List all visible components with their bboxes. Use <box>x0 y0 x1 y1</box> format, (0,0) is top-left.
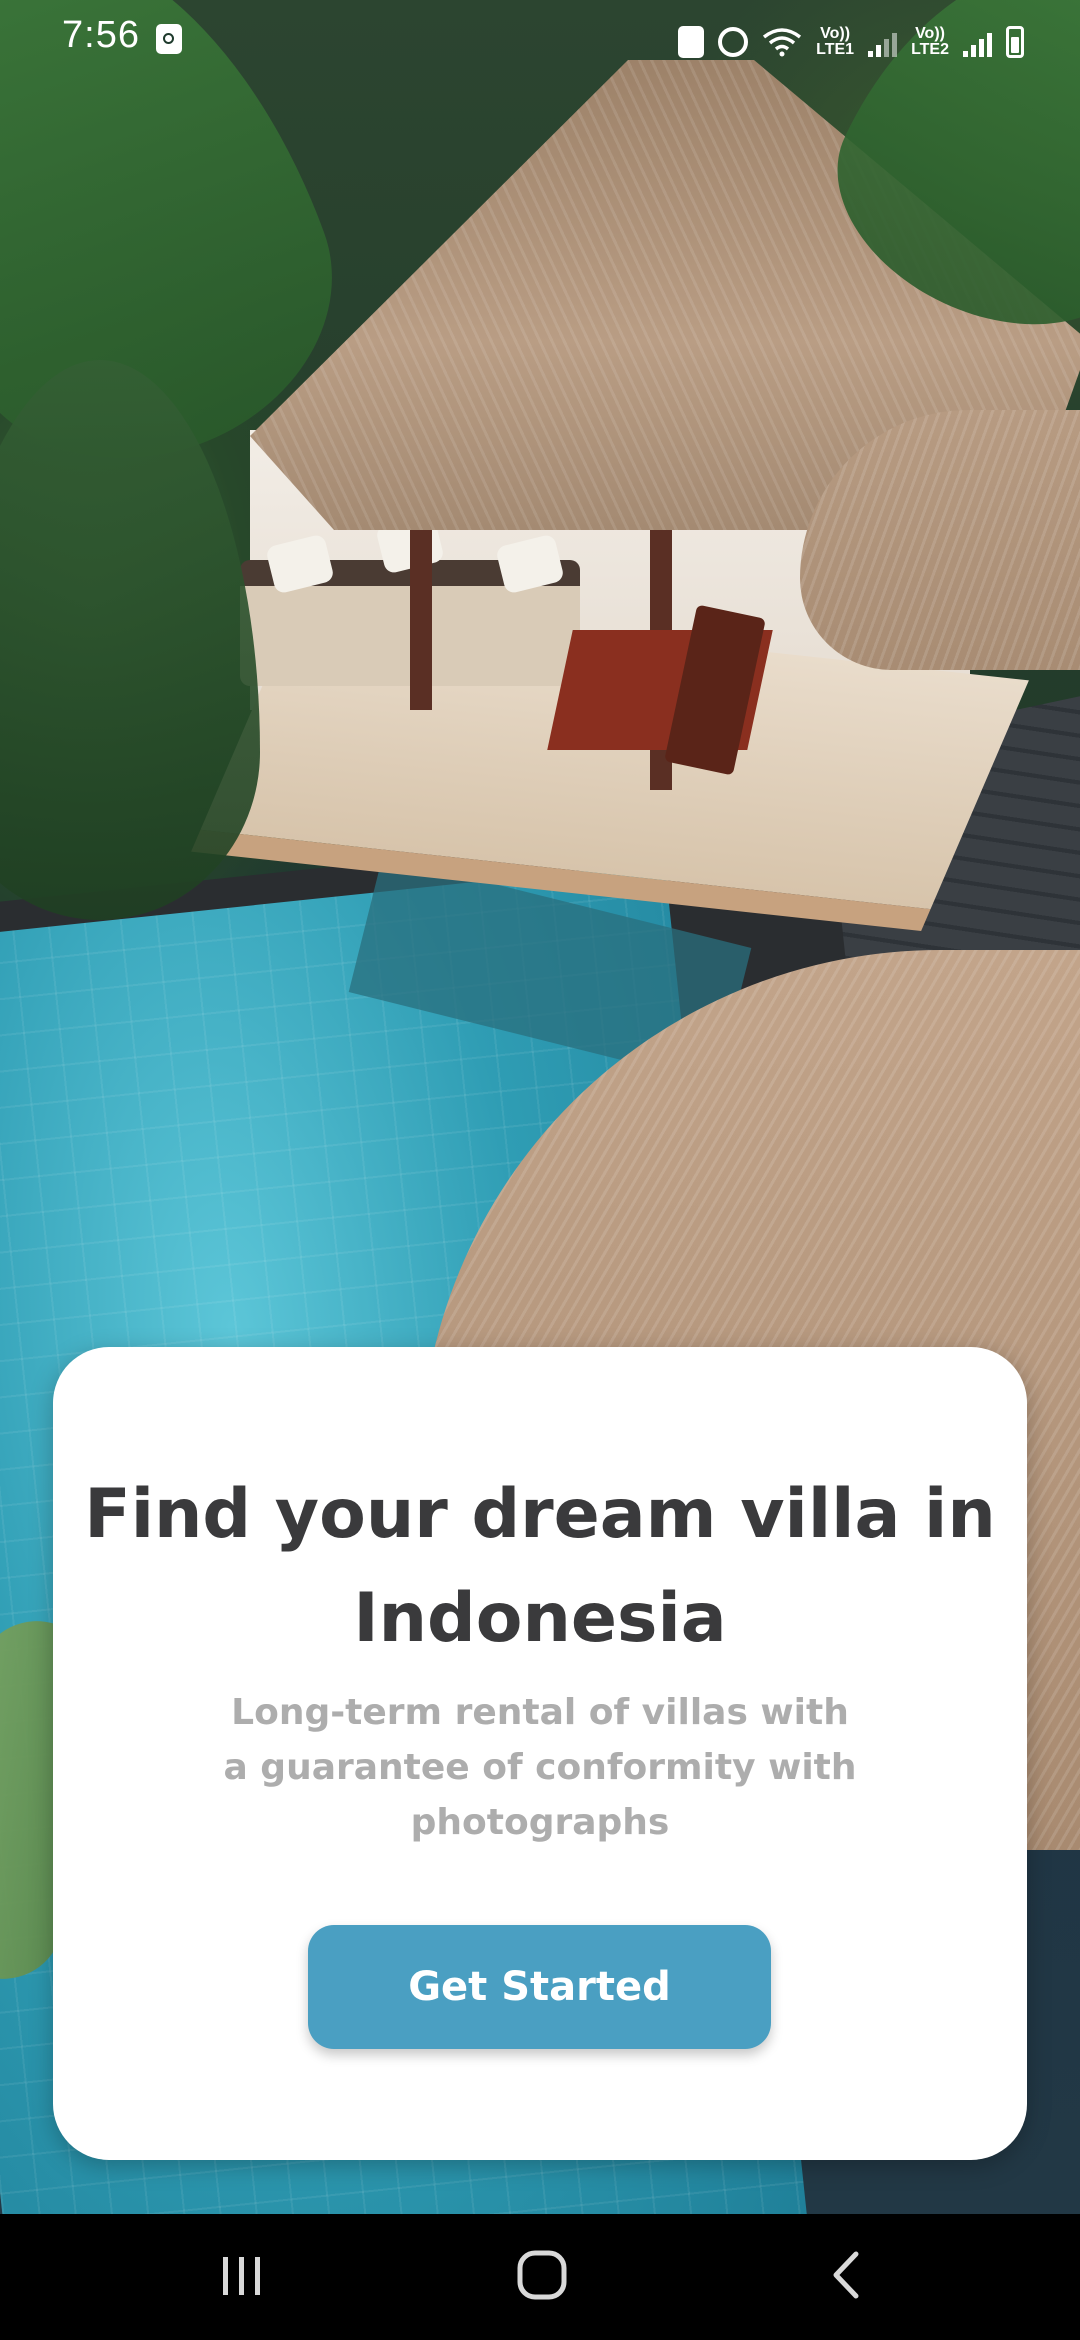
status-icons: Vo)) LTE1 Vo)) LTE2 <box>678 22 1024 62</box>
lock-icon <box>678 26 705 58</box>
get-started-button[interactable]: Get Started <box>308 1925 771 2049</box>
subtitle-line: photographs <box>410 1802 670 1843</box>
sim1-label: LTE1 <box>816 41 855 58</box>
signal-icon <box>868 27 898 57</box>
volte-sim1-indicator: Vo)) LTE1 <box>816 26 854 58</box>
subtitle-line: a guarantee of conformity with <box>223 1747 857 1788</box>
onboarding-screen: 7:56 Vo)) LTE1 Vo)) LTE2 Find your dream… <box>0 0 1080 2340</box>
signal-icon <box>963 27 992 57</box>
screen-recorder-icon <box>156 24 182 54</box>
sim2-label: LTE2 <box>911 41 949 58</box>
subtitle-line: Long-term rental of villas with <box>231 1692 849 1733</box>
back-button[interactable] <box>776 2214 916 2340</box>
volte-label: Vo)) <box>820 25 851 42</box>
title-line: Indonesia <box>353 1579 727 1658</box>
onboarding-title: Find your dream villa in Indonesia <box>53 1463 1027 1671</box>
onboarding-subtitle: Long-term rental of villas with a guaran… <box>213 1685 867 1850</box>
alarm-icon <box>718 27 749 57</box>
palm-foliage <box>0 360 260 920</box>
back-icon <box>828 2250 864 2305</box>
volte-label: Vo)) <box>915 25 945 42</box>
volte-sim2-indicator: Vo)) LTE2 <box>911 26 949 58</box>
wifi-icon <box>762 27 802 57</box>
recents-button[interactable] <box>172 2214 312 2340</box>
status-bar: 7:56 Vo)) LTE1 Vo)) LTE2 <box>0 0 1080 80</box>
recents-icon <box>217 2253 267 2302</box>
system-navigation-bar <box>0 2214 1080 2340</box>
status-time: 7:56 <box>62 14 140 56</box>
home-button[interactable] <box>472 2214 612 2340</box>
home-icon <box>516 2249 568 2306</box>
battery-icon <box>1006 26 1024 58</box>
onboarding-card: Find your dream villa in Indonesia Long-… <box>53 1347 1027 2160</box>
title-line: Find your dream villa in <box>84 1475 996 1554</box>
